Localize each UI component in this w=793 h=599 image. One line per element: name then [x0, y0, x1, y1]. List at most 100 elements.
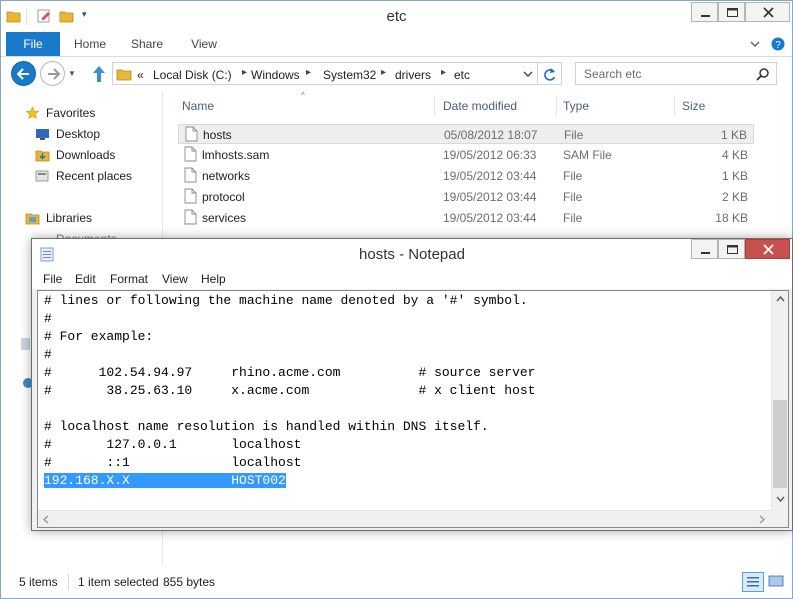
text-line[interactable]: # 38.25.63.10 x.acme.com # x client host	[44, 382, 770, 400]
nav-libraries[interactable]: Libraries	[25, 208, 155, 228]
file-size: 18 KB	[715, 211, 748, 225]
menu-format[interactable]: Format	[110, 272, 148, 286]
refresh-icon	[544, 68, 556, 81]
column-header-name[interactable]: Name	[182, 99, 214, 113]
file-name: services	[202, 211, 247, 225]
text-line[interactable]: # lines or following the machine name de…	[44, 292, 770, 310]
menu-view[interactable]: View	[162, 272, 188, 286]
large-icons-view-button[interactable]	[766, 572, 788, 592]
column-header-type[interactable]: Type	[563, 99, 589, 113]
file-row[interactable]: services 19/05/2012 03:44 File 18 KB	[178, 208, 754, 228]
tab-home[interactable]: Home	[67, 32, 113, 56]
notepad-text-content[interactable]: # lines or following the machine name de…	[44, 292, 770, 506]
file-row[interactable]: hosts 05/08/2012 18:07 File 1 KB	[178, 124, 754, 144]
file-date: 19/05/2012 06:33	[443, 148, 537, 162]
file-row[interactable]: lmhosts.sam 19/05/2012 06:33 SAM File 4 KB	[178, 145, 754, 165]
text-line[interactable]: # 102.54.94.97 rhino.acme.com # source s…	[44, 364, 770, 382]
line-text: # ::1 localhost	[44, 455, 302, 470]
search-box[interactable]: Search etc	[575, 62, 777, 85]
file-row[interactable]: networks 19/05/2012 03:44 File 1 KB	[178, 166, 754, 186]
breadcrumb-windows[interactable]: Windows	[251, 68, 300, 82]
file-size: 1 KB	[720, 128, 747, 142]
tab-file[interactable]: File	[6, 32, 60, 56]
vertical-scroll-thumb[interactable]	[773, 400, 787, 488]
forward-button[interactable]	[40, 61, 65, 86]
menu-file[interactable]: File	[43, 272, 62, 286]
breadcrumb-separator-icon[interactable]: ▸	[381, 67, 386, 78]
notepad-text-area[interactable]: # lines or following the machine name de…	[37, 290, 789, 528]
text-line[interactable]: 192.168.X.X HOST002	[44, 472, 770, 490]
address-bar[interactable]: « Local Disk (C:) ▸ Windows ▸ System32 ▸…	[112, 62, 538, 85]
breadcrumb-local-disk[interactable]: Local Disk (C:)	[153, 68, 232, 82]
sort-ascending-icon: ^	[301, 91, 305, 100]
scroll-right-icon[interactable]	[759, 515, 766, 524]
scroll-left-icon[interactable]	[42, 515, 49, 524]
nav-desktop-label: Desktop	[56, 127, 101, 141]
status-selection-size: 855 bytes	[163, 575, 216, 589]
column-header-date[interactable]: Date modified	[443, 99, 517, 113]
text-line[interactable]: # For example:	[44, 328, 770, 346]
chevron-down-icon[interactable]	[523, 70, 533, 78]
file-type: File	[563, 211, 583, 225]
file-name: lmhosts.sam	[202, 148, 270, 162]
menu-help[interactable]: Help	[201, 272, 226, 286]
tab-share[interactable]: Share	[124, 32, 170, 56]
arrow-left-icon	[16, 68, 29, 80]
nav-recent-places[interactable]: Recent places	[35, 166, 155, 186]
search-icon[interactable]	[756, 67, 770, 81]
breadcrumb-drivers[interactable]: drivers	[395, 68, 431, 82]
maximize-button[interactable]	[718, 2, 745, 22]
nav-desktop[interactable]: Desktop	[35, 124, 155, 144]
explorer-titlebar[interactable]: ▾ etc	[1, 1, 792, 32]
refresh-button[interactable]	[538, 62, 562, 85]
nav-favorites[interactable]: Favorites	[25, 103, 155, 123]
text-line[interactable]	[44, 400, 770, 418]
menu-edit[interactable]: Edit	[75, 272, 96, 286]
file-type: File	[563, 169, 583, 183]
breadcrumb-system32[interactable]: System32	[323, 68, 376, 82]
notepad-window: hosts - Notepad File Edit Format View He…	[31, 238, 793, 531]
breadcrumb-separator-icon[interactable]: ▸	[242, 67, 247, 78]
horizontal-scrollbar[interactable]	[38, 510, 771, 527]
column-divider[interactable]	[674, 95, 675, 115]
breadcrumb-separator-icon[interactable]: ▸	[306, 67, 311, 78]
notepad-close-button[interactable]	[745, 239, 790, 259]
expand-ribbon-icon[interactable]	[749, 38, 761, 50]
column-divider[interactable]	[434, 95, 435, 115]
back-button[interactable]	[11, 61, 36, 86]
notepad-titlebar[interactable]: hosts - Notepad	[32, 239, 792, 269]
nav-downloads[interactable]: Downloads	[35, 145, 155, 165]
text-line[interactable]: #	[44, 310, 770, 328]
nav-network-item-icon[interactable]	[21, 338, 30, 350]
details-view-button[interactable]	[742, 572, 764, 592]
text-line[interactable]: # ::1 localhost	[44, 454, 770, 472]
arrow-up-icon[interactable]	[90, 64, 108, 84]
breadcrumb-separator-icon[interactable]: ▸	[441, 67, 446, 78]
notepad-maximize-button[interactable]	[718, 239, 745, 259]
status-selection: 1 item selected	[78, 575, 159, 589]
text-line[interactable]: # 127.0.0.1 localhost	[44, 436, 770, 454]
scrollbar-corner	[771, 510, 788, 527]
help-icon[interactable]: ?	[771, 37, 785, 51]
minimize-button[interactable]	[691, 2, 718, 22]
text-line[interactable]: # localhost name resolution is handled w…	[44, 418, 770, 436]
column-header-size[interactable]: Size	[682, 99, 705, 113]
libraries-icon	[25, 213, 40, 225]
nav-favorites-label: Favorites	[46, 106, 96, 120]
recent-locations-dropdown-icon[interactable]: ▼	[68, 69, 76, 78]
file-name: protocol	[202, 190, 245, 204]
tab-view[interactable]: View	[181, 32, 227, 56]
file-icon	[184, 146, 197, 162]
file-row[interactable]: protocol 19/05/2012 03:44 File 2 KB	[178, 187, 754, 207]
vertical-scrollbar[interactable]	[771, 291, 788, 510]
notepad-minimize-button[interactable]	[691, 239, 718, 259]
file-icon	[184, 167, 197, 183]
scroll-up-icon[interactable]	[776, 295, 785, 302]
ribbon-tab-bar: File Home Share View ?	[1, 32, 792, 57]
close-button[interactable]	[745, 2, 790, 22]
column-divider[interactable]	[556, 95, 557, 115]
text-line[interactable]: #	[44, 346, 770, 364]
scroll-down-icon[interactable]	[776, 496, 785, 503]
file-date: 19/05/2012 03:44	[443, 190, 537, 204]
breadcrumb-etc[interactable]: etc	[454, 68, 470, 82]
